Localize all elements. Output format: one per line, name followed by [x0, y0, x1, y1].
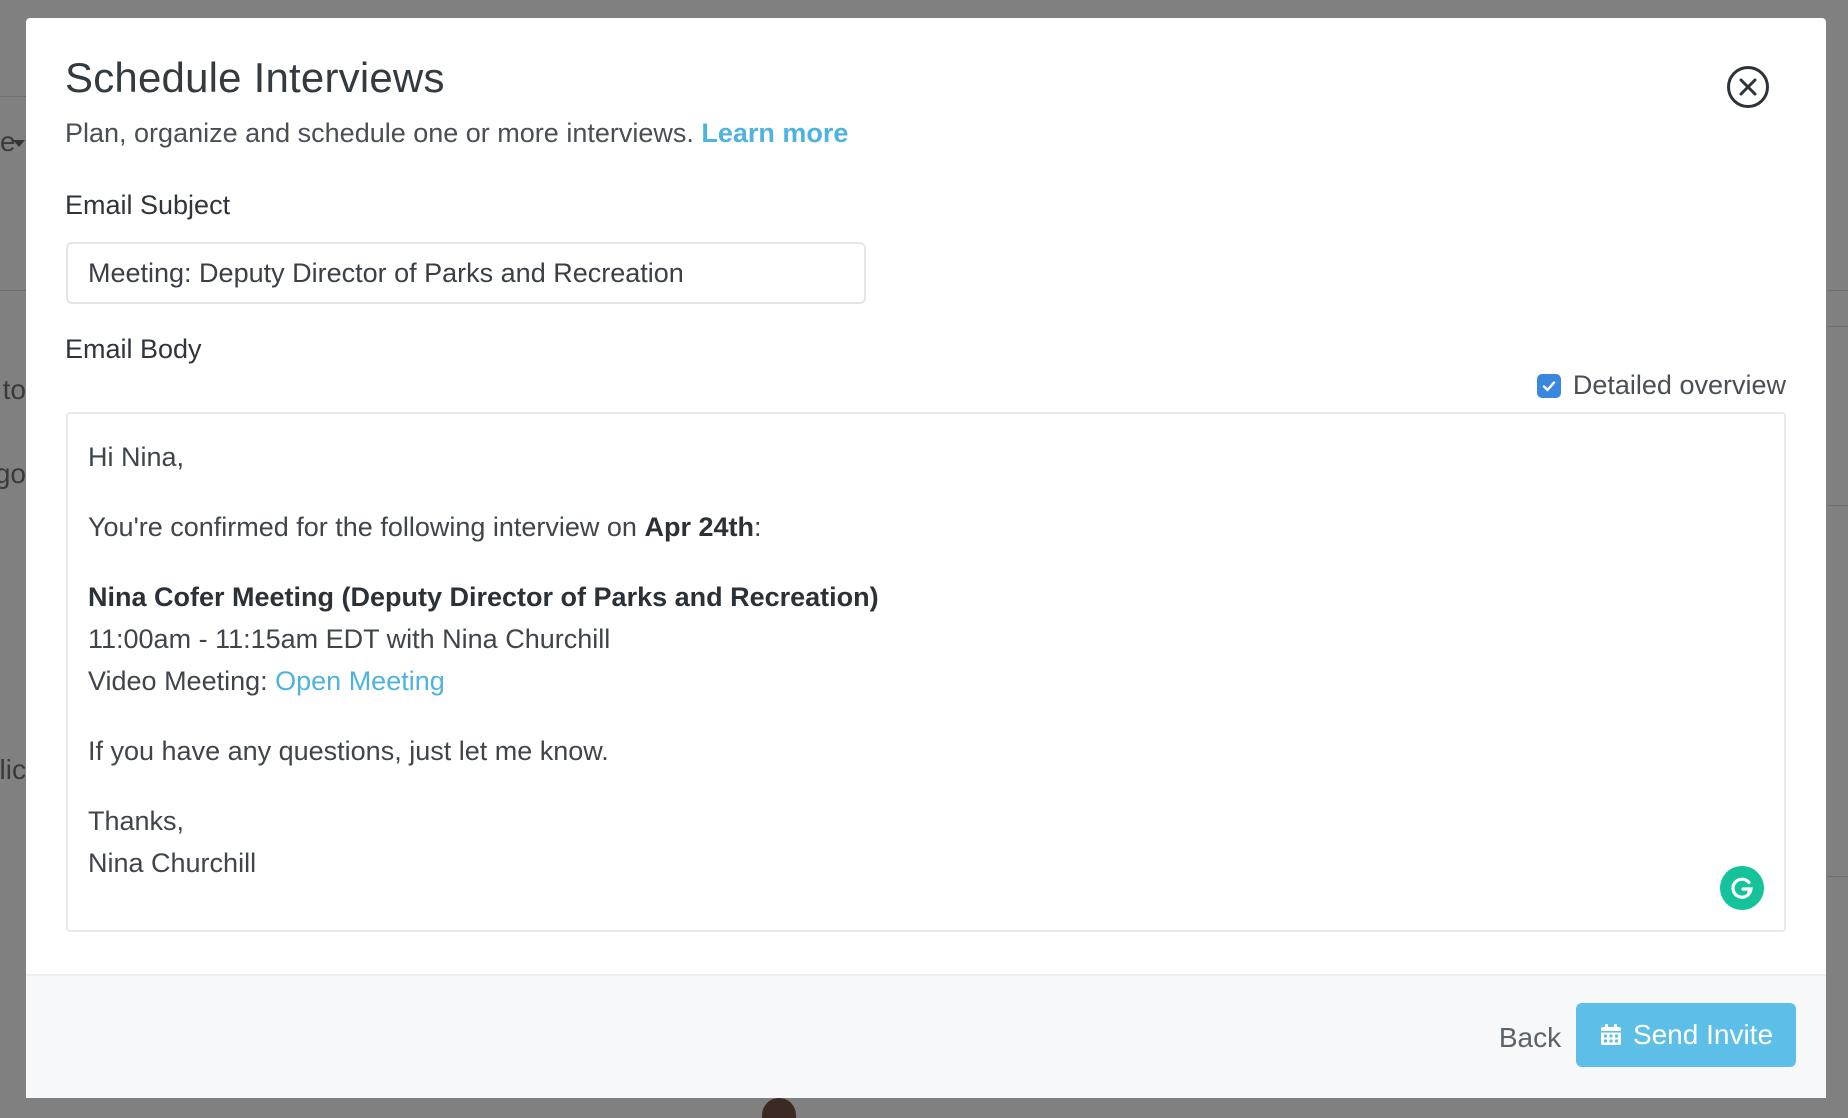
confirm-prefix: You're confirmed for the following inter…: [88, 512, 645, 542]
bg-avatar: [762, 1098, 796, 1118]
close-button[interactable]: [1727, 66, 1769, 108]
grammarly-button[interactable]: [1720, 866, 1764, 910]
calendar-icon: [1600, 1024, 1621, 1045]
send-invite-button[interactable]: Send Invite: [1576, 1003, 1796, 1067]
bg-divider: [0, 290, 26, 291]
bg-caret-icon: [13, 140, 25, 147]
bg-divider: [1828, 505, 1848, 506]
modal-title: Schedule Interviews: [65, 54, 445, 101]
bg-text-fragment: go: [0, 458, 26, 489]
open-meeting-link[interactable]: Open Meeting: [275, 666, 445, 696]
email-greeting: Hi Nina,: [88, 442, 185, 472]
modal-footer: Back Send Invite: [26, 974, 1826, 1098]
checkmark-icon: [1542, 380, 1556, 391]
detailed-overview-label: Detailed overview: [1572, 370, 1786, 400]
bg-divider: [0, 96, 26, 97]
bg-text-fragment: y to: [0, 374, 26, 405]
meeting-title-text: Nina Cofer Meeting (Deputy Director of P…: [88, 582, 879, 612]
email-signature: Nina Churchill: [88, 848, 257, 878]
grammarly-icon: [1731, 877, 1753, 899]
email-questions-line: If you have any questions, just let me k…: [88, 736, 609, 766]
learn-more-link[interactable]: Learn more: [701, 118, 848, 148]
email-signoff: Thanks,: [88, 806, 185, 836]
video-prefix: Video Meeting:: [88, 666, 276, 696]
email-body-label: Email Body: [65, 334, 202, 364]
bg-divider: [1828, 876, 1848, 877]
modal-subtitle-text: Plan, organize and schedule one or more …: [65, 118, 694, 148]
email-subject-label: Email Subject: [65, 190, 231, 220]
email-body-editor[interactable]: Hi Nina, You're confirmed for the follow…: [66, 412, 1786, 932]
confirm-date: Apr 24th: [644, 512, 754, 542]
bg-text-fragment: Clic: [0, 754, 26, 785]
detailed-overview-checkbox[interactable]: [1536, 373, 1561, 398]
detailed-overview-toggle[interactable]: Detailed overview: [1536, 370, 1786, 401]
meeting-title: Nina Cofer Meeting (Deputy Director of P…: [88, 576, 1764, 618]
email-confirmation-line: You're confirmed for the following inter…: [88, 506, 1764, 548]
bg-divider: [1828, 290, 1848, 291]
confirm-suffix: :: [753, 512, 762, 542]
close-icon: [1739, 78, 1757, 96]
modal-subtitle: Plan, organize and schedule one or more …: [65, 118, 848, 149]
bg-divider: [1828, 326, 1848, 327]
back-button[interactable]: Back: [1470, 1006, 1590, 1070]
send-invite-label: Send Invite: [1632, 1019, 1774, 1050]
video-meeting-line: Video Meeting: Open Meeting: [88, 660, 1764, 702]
email-subject-input[interactable]: [66, 242, 866, 304]
meeting-time: 11:00am - 11:15am EDT with Nina Churchil…: [88, 624, 611, 654]
schedule-interviews-modal: Schedule Interviews Plan, organize and s…: [26, 18, 1826, 1098]
